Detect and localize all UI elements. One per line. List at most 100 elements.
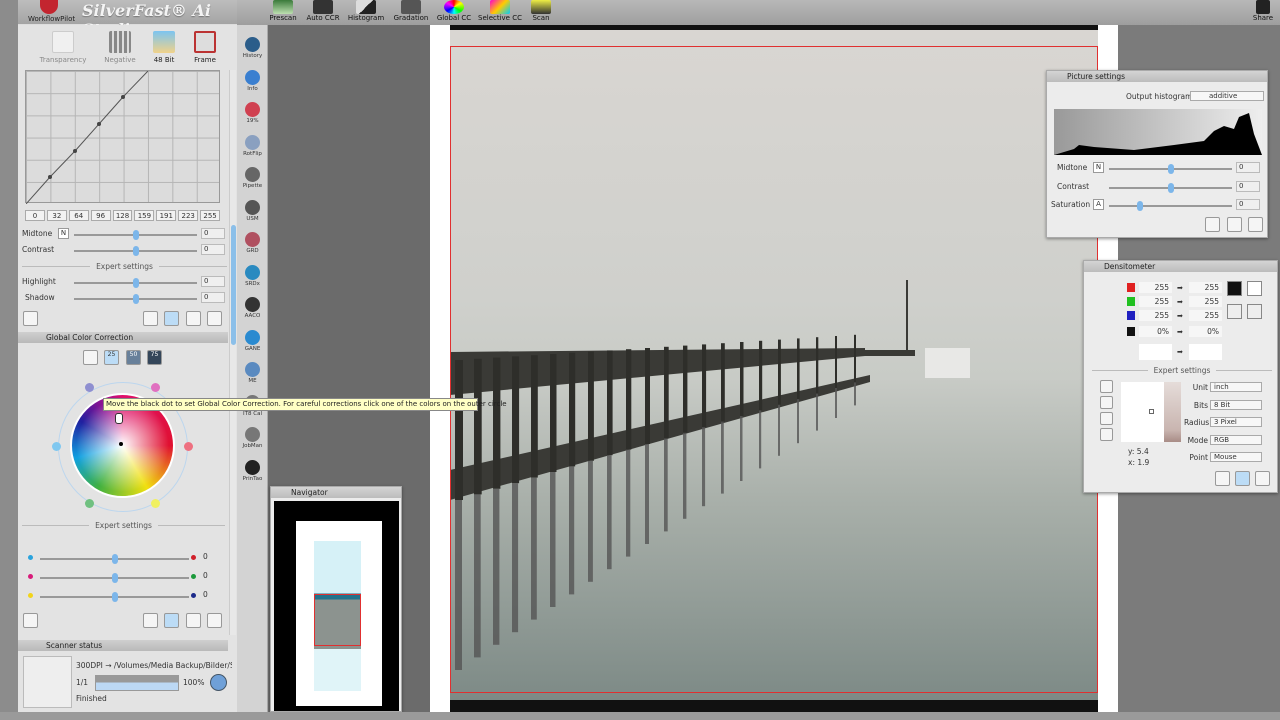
tick[interactable]: 128 — [112, 210, 133, 221]
workflowpilot-icon[interactable] — [40, 0, 58, 14]
ps-midtone-slider[interactable] — [1109, 164, 1232, 174]
mode-select[interactable]: RGB — [1210, 434, 1262, 445]
point-select[interactable]: Mouse — [1210, 452, 1262, 462]
reset-icon[interactable] — [207, 613, 222, 628]
menu-icon[interactable] — [83, 350, 98, 365]
pipette-black-icon[interactable] — [1227, 304, 1242, 319]
workflowpilot-label[interactable]: WorkflowPilot — [28, 15, 75, 23]
help-book-icon[interactable] — [1215, 471, 1230, 486]
color-balance-dot[interactable] — [119, 442, 123, 446]
tool-history[interactable]: History — [237, 37, 268, 59]
tool-gane[interactable]: GANE — [237, 329, 268, 352]
navigator-preview[interactable] — [274, 501, 399, 711]
cyan-target-dot[interactable] — [52, 442, 61, 451]
tick[interactable]: 96 — [90, 210, 111, 221]
neutral-button[interactable]: N — [58, 228, 69, 239]
tool-19[interactable]: 19% — [237, 102, 268, 124]
selective-cc-button[interactable]: Selective CC — [478, 0, 522, 22]
tool-grd[interactable]: GRD — [237, 232, 268, 254]
green-target-dot[interactable] — [85, 499, 94, 508]
step-25[interactable]: 25 — [104, 350, 119, 365]
help-book-icon[interactable] — [1205, 217, 1220, 232]
tick[interactable]: 191 — [156, 210, 177, 221]
scan-button[interactable]: Scan — [519, 0, 563, 22]
step-50[interactable]: 50 — [126, 350, 141, 365]
info-icon[interactable] — [1227, 217, 1242, 232]
info-icon[interactable] — [186, 613, 201, 628]
prescan-button[interactable]: Prescan — [261, 0, 305, 22]
black-point-icon[interactable] — [1227, 281, 1242, 296]
48bit-icon[interactable] — [153, 31, 175, 53]
tool-pipette[interactable]: Pipette — [237, 167, 268, 189]
expert-mode-icon[interactable] — [1235, 471, 1250, 486]
navigator-title[interactable]: Navigator — [271, 487, 401, 498]
point-mode-icon[interactable] — [1100, 380, 1113, 393]
frame-icon[interactable] — [194, 31, 216, 53]
reset-icon[interactable] — [207, 311, 222, 326]
contrast-value[interactable]: 0 — [201, 244, 225, 255]
scanner-status-header[interactable]: Scanner status — [18, 640, 228, 651]
option-icon[interactable] — [1100, 428, 1113, 441]
save-icon[interactable] — [23, 311, 38, 326]
area-mode-icon[interactable] — [1100, 396, 1113, 409]
step-75[interactable]: 75 — [147, 350, 162, 365]
tool-srdx[interactable]: SRDx — [237, 264, 268, 287]
highlight-value[interactable]: 0 — [201, 276, 225, 287]
help-book-icon[interactable] — [143, 311, 158, 326]
ps-saturation-slider[interactable] — [1109, 201, 1232, 211]
tick[interactable]: 0 — [25, 210, 45, 221]
tool-printao[interactable]: PrinTao — [237, 459, 268, 482]
global-cc-header[interactable]: Global Color Correction — [18, 332, 228, 343]
white-point-icon[interactable] — [1247, 281, 1262, 296]
cc-slider[interactable] — [40, 592, 189, 602]
cc-slider[interactable] — [40, 554, 189, 564]
custom-out-field[interactable] — [1189, 344, 1222, 360]
cc-slider[interactable] — [40, 573, 189, 583]
neutral-button[interactable]: N — [1093, 162, 1104, 173]
tick[interactable]: 159 — [134, 210, 155, 221]
picture-settings-title[interactable]: Picture settings — [1047, 71, 1267, 82]
scan-frame[interactable] — [450, 46, 1098, 693]
info-icon[interactable] — [186, 311, 201, 326]
transparency-icon[interactable] — [52, 31, 74, 53]
densitometer-title[interactable]: Densitometer — [1084, 261, 1277, 272]
custom-in-field[interactable] — [1139, 344, 1172, 360]
negative-icon[interactable] — [109, 31, 131, 53]
expert-mode-icon[interactable] — [164, 311, 179, 326]
tick[interactable]: 223 — [178, 210, 199, 221]
tool-rotflip[interactable]: RotFlip — [237, 134, 268, 157]
highlight-slider[interactable] — [74, 278, 197, 288]
unit-select[interactable]: inch — [1210, 382, 1262, 392]
panel-scrollbar[interactable] — [229, 70, 236, 635]
tool-me[interactable]: ME — [237, 362, 268, 384]
radius-select[interactable]: 3 Pixel — [1210, 417, 1262, 427]
expert-mode-icon[interactable] — [164, 613, 179, 628]
document-icon[interactable] — [210, 674, 227, 691]
navigator-frame[interactable] — [314, 594, 361, 646]
help-book-icon[interactable] — [143, 613, 158, 628]
magenta-target-dot[interactable] — [151, 383, 160, 392]
tool-aaco[interactable]: AACO — [237, 297, 268, 319]
global-cc-button[interactable]: Global CC — [432, 0, 476, 22]
shadow-value[interactable]: 0 — [201, 292, 225, 303]
tick[interactable]: 32 — [46, 210, 67, 221]
histogram-mode-select[interactable]: additive — [1190, 91, 1264, 101]
histogram-button[interactable]: Histogram — [344, 0, 388, 22]
tool-jobman[interactable]: JobMan — [237, 427, 268, 449]
bits-select[interactable]: 8 Bit — [1210, 399, 1262, 410]
info-icon[interactable] — [1255, 471, 1270, 486]
contrast-slider[interactable] — [74, 246, 197, 256]
save-icon[interactable] — [23, 613, 38, 628]
red-target-dot[interactable] — [184, 442, 193, 451]
tick[interactable]: 64 — [68, 210, 89, 221]
pipette-white-icon[interactable] — [1247, 304, 1262, 319]
tick[interactable]: 255 — [200, 210, 221, 221]
tool-usm[interactable]: USM — [237, 199, 268, 222]
reset-icon[interactable] — [1248, 217, 1263, 232]
option-icon[interactable] — [1100, 412, 1113, 425]
tool-info[interactable]: Info — [237, 69, 268, 92]
gradation-button[interactable]: Gradation — [389, 0, 433, 22]
midtone-value[interactable]: 0 — [201, 228, 225, 239]
ps-contrast-slider[interactable] — [1109, 183, 1232, 193]
shadow-slider[interactable] — [74, 294, 197, 304]
